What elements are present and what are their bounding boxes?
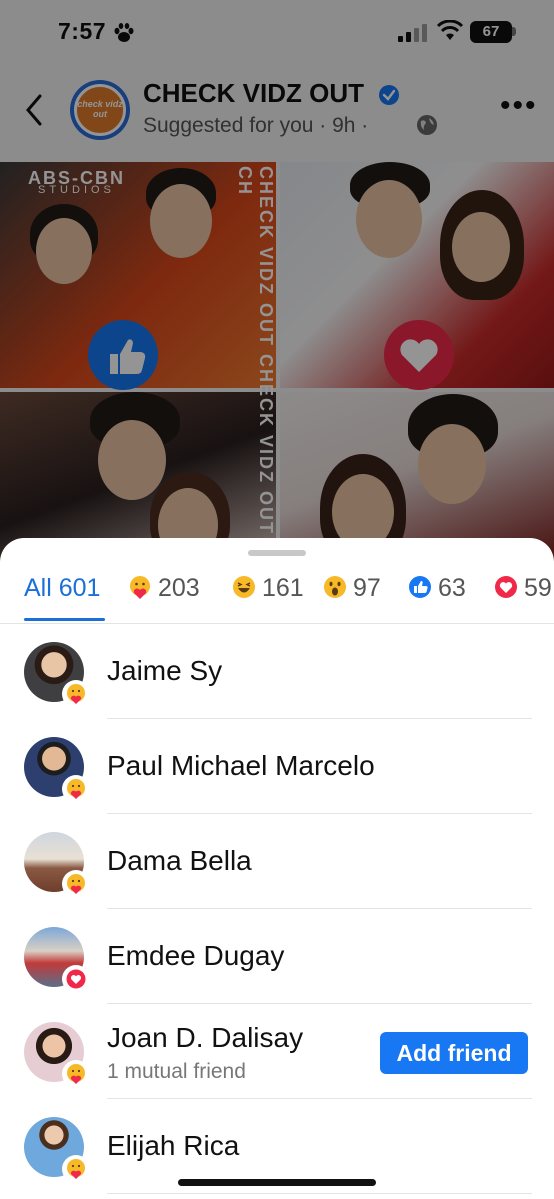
tab-count: 63 (438, 574, 466, 602)
list-item[interactable]: Joan D. Dalisay 1 mutual friend Add frie… (0, 1004, 554, 1099)
list-item[interactable]: Dama Bella (0, 814, 554, 909)
like-icon (409, 576, 431, 598)
post-background: 7:57 67 check vidz out CHECK VIDZ OUT Su… (0, 0, 554, 562)
reactions-sheet: All 601 203 161 97 63 59 Jaime Sy Paul M… (0, 538, 554, 1199)
tab-all-reactions[interactable]: All 601 (24, 570, 100, 622)
tab-label: All 601 (24, 574, 101, 602)
mutual-friends-text: 1 mutual friend (107, 1060, 246, 1083)
tab-count: 59 (524, 574, 552, 602)
list-item[interactable]: Jaime Sy (0, 624, 554, 719)
active-tab-underline (24, 618, 105, 621)
love-icon (62, 965, 90, 993)
list-item[interactable]: Paul Michael Marcelo (0, 719, 554, 814)
list-item[interactable]: Emdee Dugay (0, 909, 554, 1004)
care-emoji-icon (62, 680, 90, 708)
tab-haha[interactable]: 161 (232, 570, 304, 622)
care-emoji-icon (62, 870, 90, 898)
reactor-name[interactable]: Paul Michael Marcelo (107, 750, 375, 782)
divider (107, 1193, 532, 1194)
tab-love[interactable]: 59 (494, 570, 552, 622)
tab-count: 97 (353, 574, 381, 602)
reactor-name[interactable]: Joan D. Dalisay (107, 1022, 303, 1054)
tab-count: 203 (158, 574, 200, 602)
add-friend-button[interactable]: Add friend (380, 1032, 528, 1074)
tab-wow[interactable]: 97 (323, 570, 381, 622)
care-emoji-icon (62, 775, 90, 803)
reactor-list: Jaime Sy Paul Michael Marcelo Dama Bella (0, 624, 554, 1194)
sheet-grabber[interactable] (248, 550, 306, 556)
care-emoji-icon (62, 1155, 90, 1183)
wow-emoji-icon (324, 576, 346, 598)
reactor-name[interactable]: Jaime Sy (107, 655, 222, 687)
reaction-tabs: All 601 203 161 97 63 59 (0, 570, 554, 624)
tab-count: 161 (262, 574, 304, 602)
tab-like[interactable]: 63 (408, 570, 466, 622)
love-icon (495, 576, 517, 598)
modal-overlay[interactable] (0, 0, 554, 560)
reactor-name[interactable]: Elijah Rica (107, 1130, 239, 1162)
care-emoji-icon (62, 1060, 90, 1088)
tab-care[interactable]: 203 (128, 570, 200, 622)
care-emoji-icon (130, 576, 150, 599)
home-indicator[interactable] (178, 1179, 376, 1186)
haha-emoji-icon (233, 576, 255, 598)
reactor-name[interactable]: Emdee Dugay (107, 940, 284, 972)
reactor-name[interactable]: Dama Bella (107, 845, 252, 877)
